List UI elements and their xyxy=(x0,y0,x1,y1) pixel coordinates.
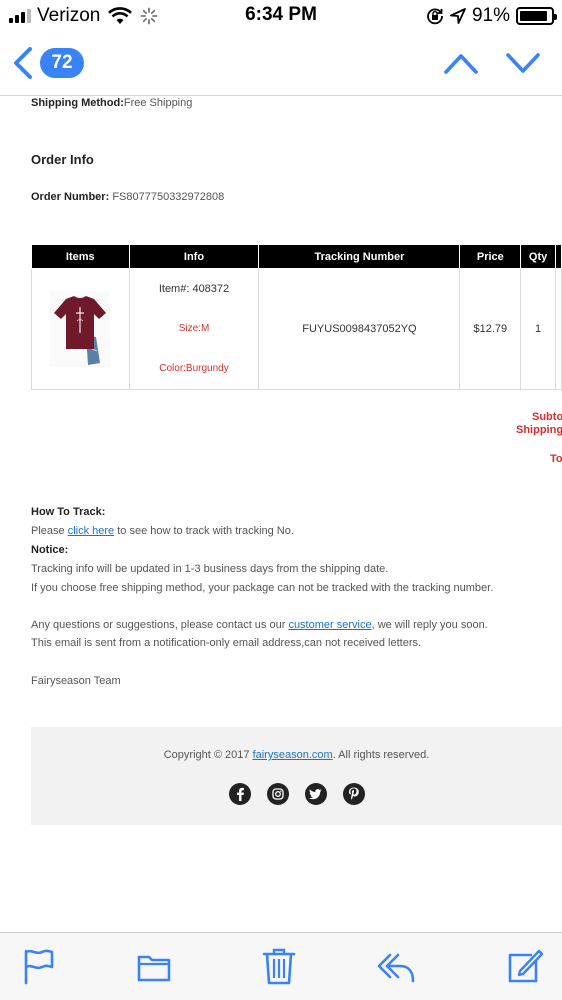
email-footer: Copyright © 2017 fairyseason.com. All ri… xyxy=(31,727,562,825)
compose-icon[interactable] xyxy=(506,947,544,985)
item-image-cell xyxy=(31,268,130,390)
shipping-method-label: Shipping Method: xyxy=(31,97,124,109)
shipping-method-line: Shipping Method:Free Shipping xyxy=(31,97,192,109)
customer-service-link[interactable]: customer service xyxy=(288,619,371,631)
battery-level xyxy=(520,11,548,21)
twitter-icon[interactable] xyxy=(304,783,327,805)
flag-icon[interactable] xyxy=(22,947,56,985)
trash-icon[interactable] xyxy=(262,947,296,985)
battery-icon xyxy=(516,7,557,25)
item-color: Color:Burgundy xyxy=(159,363,229,374)
signature: Fairyseason Team xyxy=(31,675,121,687)
order-number-value: FS8077750332972808 xyxy=(112,191,225,203)
back-chevron-icon[interactable] xyxy=(10,46,34,80)
next-message-icon[interactable] xyxy=(504,50,542,76)
pinterest-icon[interactable] xyxy=(342,783,365,805)
folder-icon[interactable] xyxy=(137,947,171,985)
col-header-qty: Qty xyxy=(520,244,556,269)
social-links xyxy=(31,783,562,805)
tracking-number-cell: FUYUS0098437052YQ xyxy=(258,268,461,390)
item-number: Item#: 408372 xyxy=(158,283,230,295)
notice-label: Notice: xyxy=(31,544,69,556)
notification-line: This email is sent from a notification-o… xyxy=(31,637,422,649)
total-label: To xyxy=(550,453,562,465)
burgundy-tshirt-image[interactable] xyxy=(50,291,111,367)
track-rest-text: to see how to track with tracking No. xyxy=(114,525,294,537)
price-cell: $12.79 xyxy=(459,268,522,390)
table-header-row: Items Info Tracking Number Price Qty xyxy=(31,244,562,269)
notice-line-1: Tracking info will be updated in 1-3 bus… xyxy=(31,563,389,575)
notice-heading: Notice: xyxy=(31,544,68,556)
order-items-table: Items Info Tracking Number Price Qty Ite… xyxy=(31,244,562,390)
shipping-method-value: Free Shipping xyxy=(123,97,193,109)
message-toolbar xyxy=(0,932,562,1000)
col-header-price: Price xyxy=(459,244,522,269)
shipping-fee-label: Shipping xyxy=(516,424,562,436)
unread-count-badge[interactable]: 72 xyxy=(40,48,84,78)
fairyseason-link[interactable]: fairyseason.com xyxy=(253,749,333,761)
how-to-track-label: How To Track: xyxy=(31,506,106,518)
item-size: Size:M xyxy=(178,323,210,334)
copyright-pre-text: Copyright © 2017 xyxy=(163,749,253,761)
contact-post-text: , we will reply you soon. xyxy=(371,619,488,631)
track-instructions: Please click here to see how to track wi… xyxy=(31,525,294,537)
col-header-items: Items xyxy=(31,244,130,269)
message-nav-bar: 72 xyxy=(0,32,562,96)
copyright-line: Copyright © 2017 fairyseason.com. All ri… xyxy=(31,749,562,761)
how-to-track-heading: How To Track: xyxy=(31,506,105,518)
order-number-label: Order Number: xyxy=(31,191,110,203)
instagram-icon[interactable] xyxy=(266,783,289,805)
item-info-cell: Item#: 408372 Size:M Color:Burgundy xyxy=(128,268,260,390)
order-number-line: Order Number: FS8077750332972808 xyxy=(31,191,224,203)
table-row: Item#: 408372 Size:M Color:Burgundy FUYU… xyxy=(31,268,562,390)
orientation-lock-icon xyxy=(427,8,443,25)
track-click-here-link[interactable]: click here xyxy=(68,525,114,537)
email-body: Shipping Method:Free Shipping Order Info… xyxy=(0,97,562,932)
col-header-overflow xyxy=(555,244,562,269)
status-bar-right: 91% xyxy=(426,5,557,27)
overflow-cell xyxy=(555,268,562,390)
col-header-tracking: Tracking Number xyxy=(258,244,461,269)
previous-message-icon[interactable] xyxy=(442,50,480,76)
subtotal-label: Subto xyxy=(532,411,562,423)
location-arrow-icon xyxy=(450,8,466,24)
reply-icon[interactable] xyxy=(376,947,416,985)
track-please-text: Please xyxy=(31,525,68,537)
status-bar: Verizon 6:34 PM 91% xyxy=(0,0,562,32)
battery-percent: 91% xyxy=(471,5,510,26)
copyright-post-text: . All rights reserved. xyxy=(332,749,430,761)
order-info-heading: Order Info xyxy=(31,152,94,167)
notice-line-2: If you choose free shipping method, your… xyxy=(31,582,494,594)
qty-cell: 1 xyxy=(520,268,556,390)
col-header-info: Info xyxy=(128,244,260,269)
facebook-icon[interactable] xyxy=(228,783,251,805)
contact-pre-text: Any questions or suggestions, please con… xyxy=(31,619,289,631)
contact-line: Any questions or suggestions, please con… xyxy=(31,619,488,631)
